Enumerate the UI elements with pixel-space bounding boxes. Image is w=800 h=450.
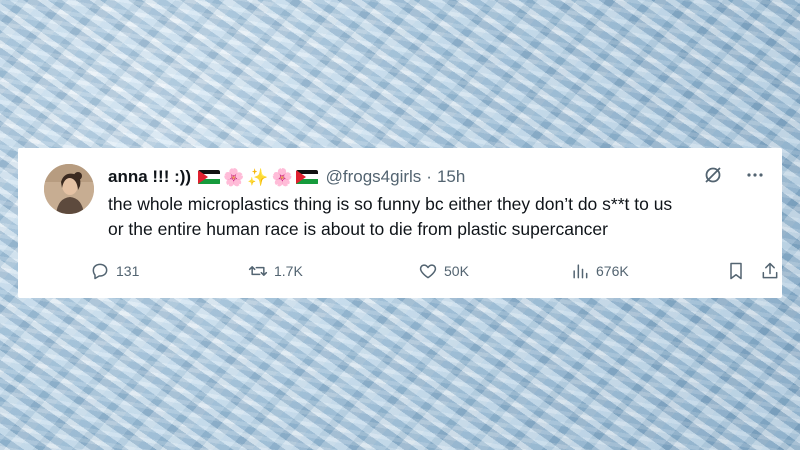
- post-text-line: the whole microplastics thing is so funn…: [108, 194, 673, 214]
- user-handle[interactable]: @frogs4girls: [326, 167, 422, 187]
- post-text: the whole microplastics thing is so funn…: [108, 192, 768, 242]
- reply-count: 131: [116, 263, 140, 279]
- views-count: 676K: [596, 263, 629, 279]
- reply-icon: [92, 263, 108, 280]
- cherry-blossom-icon: 🌸: [271, 167, 293, 187]
- display-name[interactable]: anna !!! :)): [108, 167, 191, 187]
- like-button[interactable]: 50K: [418, 261, 469, 281]
- views-button[interactable]: 676K: [570, 261, 629, 281]
- post-time[interactable]: 15h: [437, 167, 465, 187]
- share-icon: [762, 262, 778, 279]
- share-button[interactable]: [760, 261, 780, 281]
- reply-button[interactable]: 131: [90, 261, 139, 281]
- bookmark-icon: [730, 262, 742, 280]
- sparkles-icon: ✨: [247, 167, 269, 187]
- post-card[interactable]: anna !!! :)) 🌸 ✨ 🌸 @frogs4girls · 15h th…: [18, 148, 782, 298]
- more-icon[interactable]: [744, 164, 766, 186]
- views-icon: [573, 264, 588, 279]
- bookmark-button[interactable]: [726, 261, 746, 281]
- repost-icon: [248, 266, 268, 276]
- grok-icon[interactable]: [702, 164, 724, 186]
- palestine-flag-icon: [198, 169, 221, 185]
- name-emojis: 🌸 ✨ 🌸: [198, 169, 318, 186]
- avatar[interactable]: [44, 164, 94, 214]
- heart-icon: [419, 264, 437, 279]
- post-top-actions: [702, 164, 766, 186]
- separator-dot: ·: [426, 167, 432, 186]
- like-count: 50K: [444, 263, 469, 279]
- palestine-flag-icon: [295, 169, 318, 185]
- post-actions: 131 1.7K 50K 676K: [90, 261, 778, 283]
- repost-count: 1.7K: [274, 263, 303, 279]
- cherry-blossom-icon: 🌸: [223, 167, 245, 187]
- post-text-line: or the entire human race is about to die…: [108, 219, 608, 239]
- repost-button[interactable]: 1.7K: [248, 261, 303, 281]
- post-header: anna !!! :)) 🌸 ✨ 🌸 @frogs4girls · 15h: [108, 166, 465, 188]
